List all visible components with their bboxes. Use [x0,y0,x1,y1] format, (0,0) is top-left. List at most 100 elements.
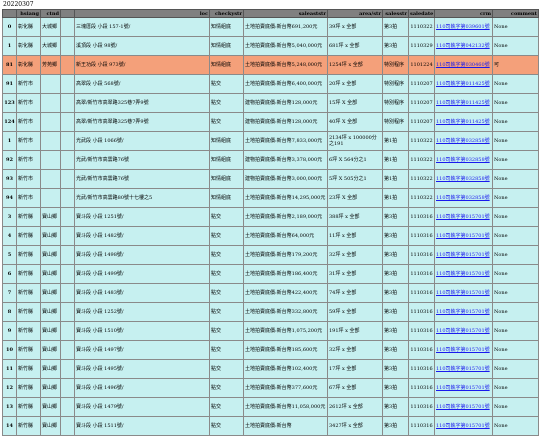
township-cell [40,74,61,94]
case-number-link[interactable]: 110司執字第011425號 [436,81,490,87]
table-row: 1 彰化縣 大城鄉 溪頂段 小段 98號/知情組底 土地拍賣底價:新台幣5,040,00… [2,36,539,56]
case-number-link[interactable]: 110司執字第015701號 [436,328,490,334]
blank-cell [60,397,75,417]
check-cell: 點交 [209,416,244,436]
comment-cell: None [492,131,539,151]
table-row: 12 新竹縣 寶山鄉 寶斗段 小段 1496號/點交 土地拍賣底價:新台幣377,600… [2,378,539,398]
township-cell [40,131,61,151]
township-cell [40,169,61,189]
check-cell: 點交 [209,321,244,341]
county-cell: 新竹縣 [16,264,41,284]
case-number-link: 110司執字第011425號 [434,74,493,94]
row-index: 11 [2,359,17,379]
case-number-link: 110司執字第032858號 [434,169,493,189]
case-number-link[interactable]: 110司執字第011425號 [436,119,490,125]
location-cell: 光武段 小段 1066號/ [74,131,210,151]
case-number-link: 110司執字第015701號 [434,378,493,398]
location-cell: 光武/新竹市高雲路80號十七樓之5 [74,188,210,208]
blank-cell [60,378,75,398]
comment-cell: None [492,36,539,56]
sale-date-cell: 1110207 [408,112,435,132]
location-cell: 新王功段 小段 973號/ [74,55,210,75]
comment-cell: None [492,283,539,303]
area-cell: 20坪 x 全部 [327,74,383,94]
area-cell: 11坪 x 全部 [327,226,383,246]
case-number-link[interactable]: 110司執字第039601號 [436,24,490,30]
column-header: area/str [327,9,383,18]
sale-price-cell: 土地拍賣底價:新台幣2,189,000元 [243,207,328,227]
case-number-link: 110司執字第015701號 [434,359,493,379]
case-number-link[interactable]: 110司執字第030460號 [436,62,490,68]
row-index: 13 [2,397,17,417]
table-row: 11 新竹縣 寶山鄉 寶斗段 小段 1495號/點交 土地拍賣底價:新台幣102,400… [2,359,539,379]
case-number-link[interactable]: 110司執字第015701號 [436,423,490,429]
case-number-link[interactable]: 110司執字第042132號 [436,43,490,49]
comment-cell: None [492,17,539,37]
area-cell: 32坪 x 全部 [327,340,383,360]
case-number-link[interactable]: 110司執字第032858號 [436,195,490,201]
row-index: 93 [2,169,17,189]
row-index: 0 [2,17,17,37]
table-row: 123 新竹市 高翠/新竹市高翠路325巷7弄9號 點交 建物拍賣底價:新台幣128,0… [2,93,539,113]
sale-price-cell: 土地拍賣底價:新台幣422,400元 [243,283,328,303]
case-number-link[interactable]: 110司執字第015701號 [436,366,490,372]
sale-price-cell: 土地拍賣底價:新台幣 [243,416,328,436]
sale-round-cell: 第3拍 [382,321,409,341]
case-number-link[interactable]: 110司執字第015701號 [436,271,490,277]
blank-cell [60,169,75,189]
area-cell: 15坪 X 全部 [327,93,383,113]
row-index: 3 [2,207,17,227]
table-row: 91 新竹市 高翠段 小段 568號/點交 土地拍賣底價:新台幣6,400,000元 2… [2,74,539,94]
case-number-link[interactable]: 110司執字第015701號 [436,214,490,220]
case-number-link: 110司執字第032858號 [434,131,493,151]
case-number-link: 110司執字第015701號 [434,321,493,341]
sale-date-cell: 1110207 [408,74,435,94]
case-number-link: 110司執字第032858號 [434,188,493,208]
location-cell: 寶斗段 小段 1497號/ [74,340,210,360]
location-cell: 光武/新竹市高雲路76號 [74,169,210,189]
blank-cell [60,226,75,246]
location-cell: 溪頂段 小段 98號/ [74,36,210,56]
sale-date-cell: 1110316 [408,340,435,360]
table-row: 0 彰化縣 大城鄉 三塊厝段 小段 157-1號/知情組底 土地拍賣底價:新台幣691,… [2,17,539,37]
county-cell: 新竹縣 [16,226,41,246]
sale-price-cell: 建物拍賣底價:新台幣3,378,000元 [243,150,328,170]
county-cell: 彰化縣 [16,55,41,75]
comment-cell: None [492,359,539,379]
blank-cell [60,264,75,284]
sale-round-cell: 第3拍 [382,378,409,398]
county-cell: 新竹縣 [16,359,41,379]
case-number-link[interactable]: 110司執字第015701號 [436,233,490,239]
sale-price-cell: 土地拍賣底價:新台幣179,200元 [243,245,328,265]
sale-round-cell: 第3拍 [382,302,409,322]
case-number-link[interactable]: 110司執字第032858號 [436,138,490,144]
county-cell: 新竹縣 [16,283,41,303]
sale-round-cell: 第1拍 [382,150,409,170]
column-header: saledate [408,9,435,18]
table-row: 6 新竹縣 寶山鄉 寶斗段 小段 1499號/點交 土地拍賣底價:新台幣186,400元… [2,264,539,284]
county-cell: 新竹市 [16,188,41,208]
location-cell: 寶斗段 小段 1498號/ [74,245,210,265]
sale-price-cell: 土地拍賣底價:新台幣186,400元 [243,264,328,284]
township-cell: 寶山鄉 [40,416,61,436]
location-cell: 高翠/新竹市高翠路325巷7弄9號 [74,112,210,132]
case-number-link[interactable]: 110司執字第015701號 [436,309,490,315]
row-index: 10 [2,340,17,360]
table-row: 7 新竹縣 寶山鄉 寶斗段 小段 1483號/點交 土地拍賣底價:新台幣422,400元… [2,283,539,303]
sale-price-cell: 土地拍賣底價:新台幣1,075,200元 [243,321,328,341]
check-cell: 點交 [209,112,244,132]
township-cell: 寶山鄉 [40,359,61,379]
case-number-link[interactable]: 110司執字第032858號 [436,157,490,163]
sale-round-cell: 第3拍 [382,245,409,265]
county-cell: 新竹市 [16,112,41,132]
case-number-link[interactable]: 110司執字第015701號 [436,347,490,353]
case-number-link[interactable]: 110司執字第015701號 [436,290,490,296]
sale-date-cell: 1110316 [408,397,435,417]
county-cell: 新竹縣 [16,340,41,360]
case-number-link[interactable]: 110司執字第032858號 [436,176,490,182]
case-number-link[interactable]: 110司執字第011425號 [436,100,490,106]
case-number-link[interactable]: 110司執字第015701號 [436,252,490,258]
sale-round-cell: 第1拍 [382,169,409,189]
comment-cell: None [492,93,539,113]
case-number-link[interactable]: 110司執字第015701號 [436,385,490,391]
